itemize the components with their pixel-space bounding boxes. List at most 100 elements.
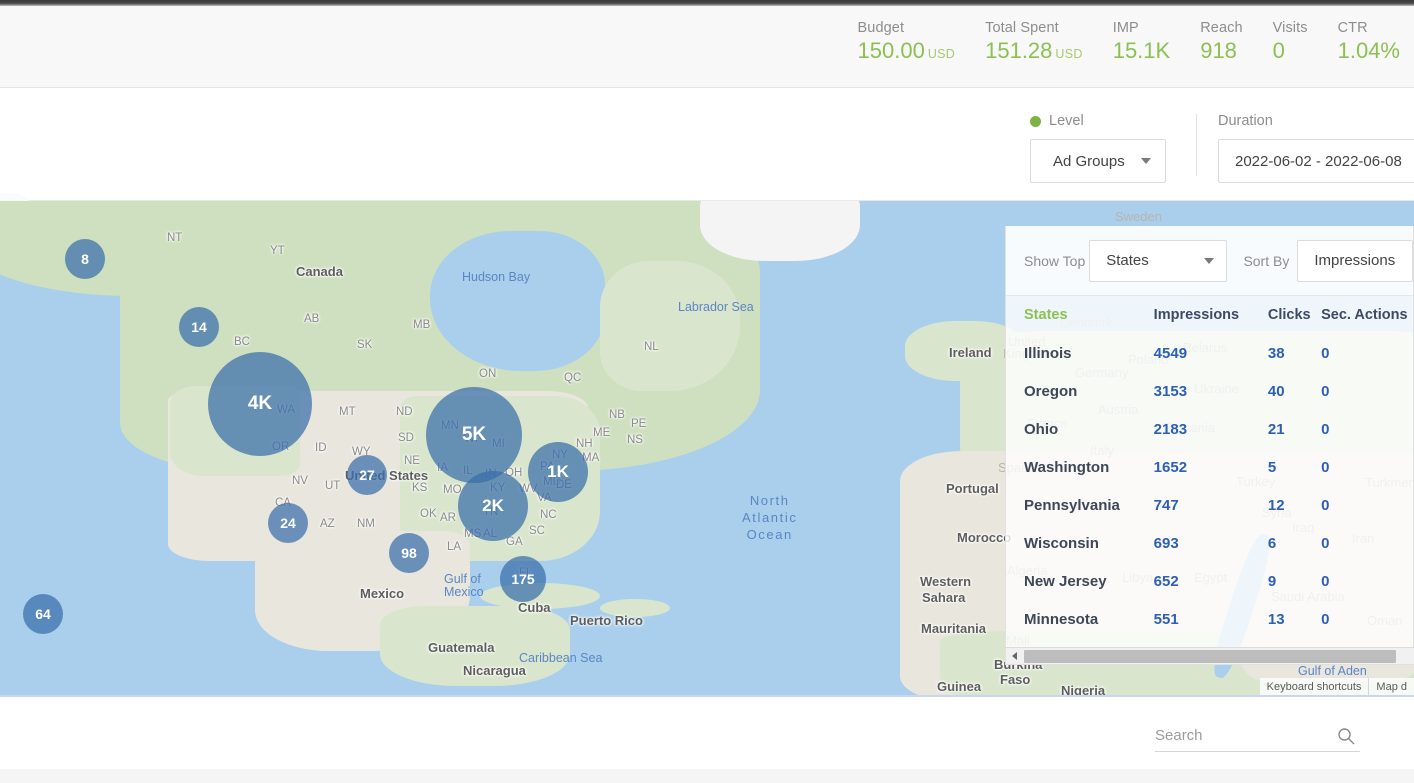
map-label: Gulf of Aden — [1298, 664, 1367, 678]
map-label: NT — [167, 232, 183, 244]
filter-divider — [1196, 114, 1197, 176]
search-icon[interactable] — [1336, 726, 1356, 751]
table-header-row: States Impressions Clicks Sec. Actions — [1006, 296, 1413, 334]
column-header-states[interactable]: States — [1024, 307, 1154, 323]
table-row[interactable]: Washington 1652 5 0 — [1006, 448, 1413, 486]
chevron-down-icon — [1204, 257, 1215, 264]
row-clicks: 21 — [1267, 420, 1285, 438]
horizontal-scrollbar[interactable] — [1006, 647, 1414, 664]
row-sec-actions: 0 — [1321, 572, 1330, 590]
map-label: ME — [593, 427, 611, 439]
metric-label: Reach — [1200, 20, 1243, 36]
geo-data-table: States Impressions Clicks Sec. Actions I… — [1006, 296, 1413, 638]
column-header-impressions[interactable]: Impressions — [1154, 307, 1268, 323]
map-label: YT — [270, 245, 285, 257]
map-bubble[interactable]: 98 — [389, 533, 429, 573]
map-label: AZ — [320, 518, 335, 530]
map-label: Canada — [296, 264, 343, 279]
show-top-value: States — [1106, 252, 1149, 269]
map-bubble[interactable]: 64 — [23, 594, 63, 634]
row-state-name: Ohio — [1024, 420, 1059, 438]
panel-controls: Show Top States Sort By Impressions — [1006, 226, 1413, 296]
table-row[interactable]: Minnesota 551 13 0 — [1006, 600, 1413, 638]
show-top-label: Show Top — [1024, 252, 1086, 269]
map-label: MB — [413, 319, 431, 331]
map-bubble[interactable]: 14 — [179, 307, 219, 347]
map-label: Sweden — [1115, 209, 1162, 224]
map-bubble[interactable]: 8 — [65, 239, 105, 279]
map-bubble[interactable]: 5K — [426, 387, 522, 483]
campaign-geo-report-page: Budget 150.00 USD Total Spent 151.28 USD IMP 15… — [0, 0, 1414, 783]
map-label: MT — [339, 406, 356, 418]
level-select-value: Ad Groups — [1053, 152, 1125, 170]
row-sec-actions: 0 — [1321, 534, 1330, 552]
map-label: QC — [564, 372, 582, 384]
table-body: Illinois 4549 38 0 Oregon 3153 40 0 Ohio 2183 21 0 W… — [1006, 334, 1413, 638]
metrics-summary-bar: Budget 150.00 USD Total Spent 151.28 USD IMP 15… — [0, 6, 1414, 88]
row-impressions: 3153 — [1153, 382, 1188, 400]
map-label: NM — [357, 518, 375, 530]
row-sec-actions: 0 — [1321, 496, 1330, 514]
map-label: ON — [479, 368, 497, 380]
scrollbar-thumb[interactable] — [1024, 649, 1396, 663]
map-label: SC — [529, 525, 545, 537]
table-row[interactable]: Illinois 4549 38 0 — [1006, 334, 1413, 372]
row-impressions: 1652 — [1153, 458, 1188, 476]
map-label: Mexico — [444, 585, 484, 599]
duration-filter-header: Duration — [1218, 112, 1414, 130]
search-input[interactable] — [1155, 727, 1360, 752]
duration-filter-group: Duration 2022-06-02 - 2022-06-08 — [1218, 112, 1414, 183]
map-bubble[interactable]: 175 — [500, 556, 546, 602]
column-header-sec-actions[interactable]: Sec. Actions — [1321, 307, 1413, 323]
row-impressions: 4549 — [1153, 344, 1188, 362]
row-sec-actions: 0 — [1321, 458, 1330, 476]
level-select[interactable]: Ad Groups — [1030, 139, 1166, 183]
metric-unit: USD — [927, 47, 956, 61]
map-label: ND — [396, 406, 413, 418]
map-bubble[interactable]: 24 — [268, 503, 308, 543]
map-bubble[interactable]: 27 — [347, 455, 387, 495]
table-row[interactable]: New Jersey 652 9 0 — [1006, 562, 1413, 600]
map-label: NL — [644, 341, 659, 353]
map-label: Portugal — [946, 481, 999, 496]
duration-daterange-input[interactable]: 2022-06-02 - 2022-06-08 — [1218, 139, 1414, 183]
row-sec-actions: 0 — [1321, 420, 1330, 438]
map-bubble[interactable]: 2K — [458, 471, 528, 541]
metric-value: 1.04% — [1338, 40, 1400, 62]
map-bubble[interactable]: 1K — [528, 442, 588, 502]
table-row[interactable]: Pennsylvania 747 12 0 — [1006, 486, 1413, 524]
table-row[interactable]: Oregon 3153 40 0 — [1006, 372, 1413, 410]
metric-budget: Budget 150.00 USD — [858, 20, 956, 62]
map-label: Puerto Rico — [570, 613, 643, 628]
row-state-name: Pennsylvania — [1024, 496, 1120, 514]
keyboard-shortcuts-link[interactable]: Keyboard shortcuts — [1260, 678, 1369, 695]
row-clicks: 40 — [1267, 382, 1285, 400]
map-label: Morocco — [957, 530, 1012, 545]
map-data-attribution: Map d — [1368, 678, 1414, 695]
row-impressions: 747 — [1153, 496, 1179, 514]
table-row[interactable]: Wisconsin 693 6 0 — [1006, 524, 1413, 562]
metric-unit: USD — [1055, 47, 1083, 61]
metric-label: CTR — [1337, 20, 1368, 36]
table-row[interactable]: Ohio 2183 21 0 — [1006, 410, 1413, 448]
map-label: LA — [447, 541, 462, 553]
row-clicks: 5 — [1267, 458, 1277, 476]
row-clicks: 13 — [1267, 610, 1285, 628]
map-label: Western — [920, 574, 972, 589]
row-sec-actions: 0 — [1321, 344, 1330, 362]
row-impressions: 693 — [1153, 534, 1179, 552]
map-water-hudson-bay — [430, 231, 605, 371]
map-bubble[interactable]: 4K — [208, 352, 312, 456]
row-state-name: Minnesota — [1024, 610, 1099, 628]
show-top-select[interactable]: States — [1089, 239, 1228, 282]
row-state-name: Wisconsin — [1024, 534, 1099, 552]
column-header-clicks[interactable]: Clicks — [1268, 307, 1321, 323]
metric-visits: Visits 0 — [1273, 20, 1308, 62]
level-filter-header: Level — [1030, 112, 1166, 130]
sort-by-value: Impressions — [1314, 252, 1396, 269]
map-ocean-label-line: Ocean — [746, 527, 793, 542]
map-land-greenland — [700, 201, 860, 261]
scroll-left-arrow-icon[interactable] — [1006, 648, 1023, 665]
sort-by-select[interactable]: Impressions — [1297, 239, 1413, 282]
map-label: NB — [609, 409, 625, 421]
